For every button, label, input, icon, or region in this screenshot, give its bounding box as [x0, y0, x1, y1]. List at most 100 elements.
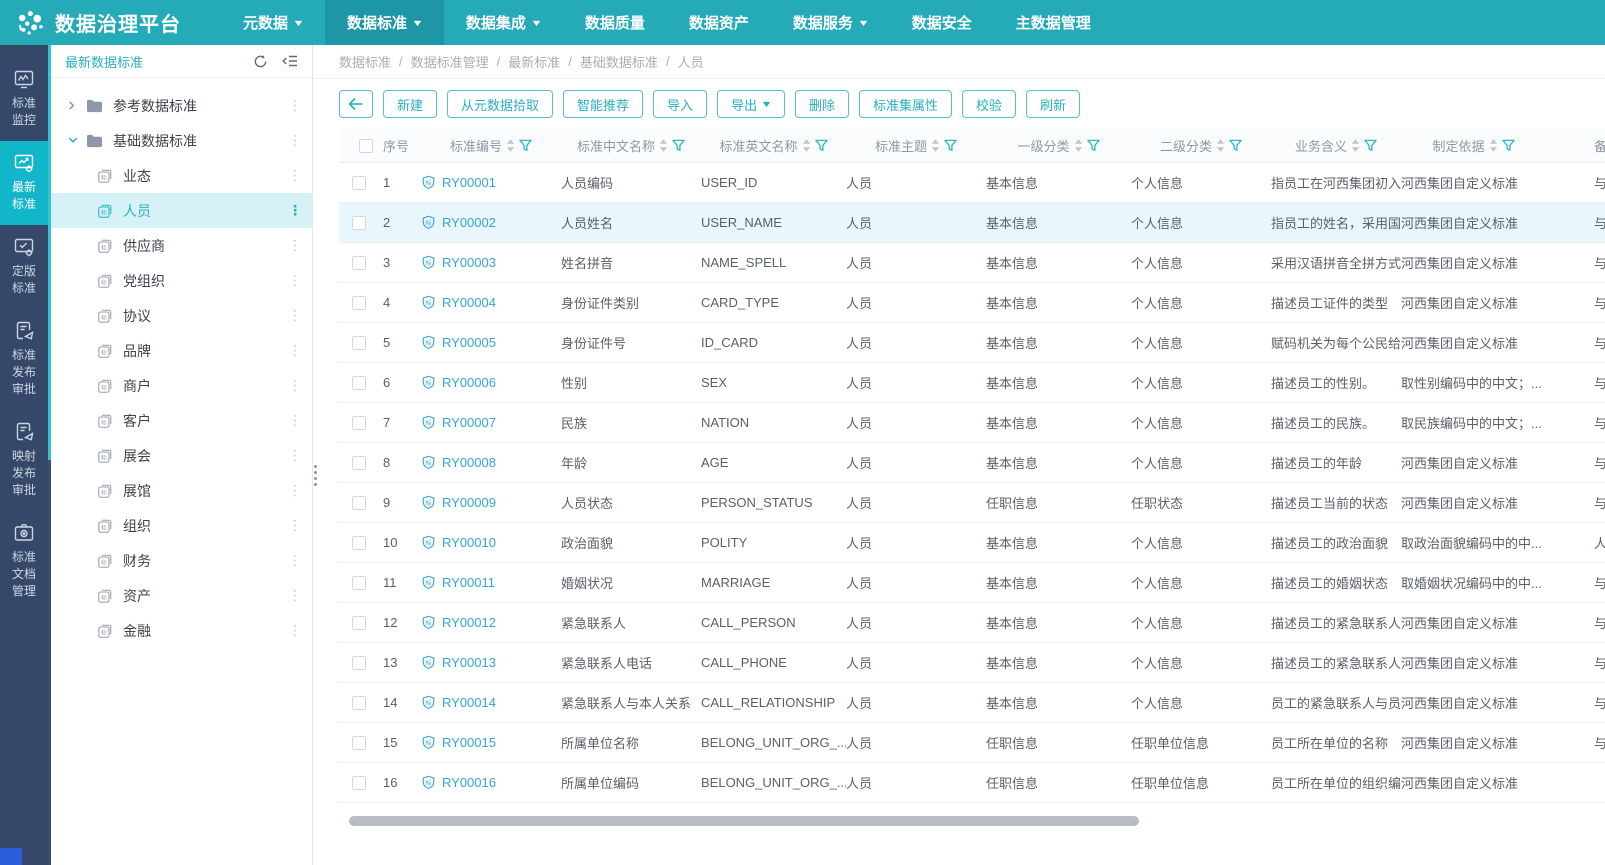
breadcrumb-item[interactable]: 数据标准 /	[339, 52, 411, 71]
row-checkbox[interactable]	[352, 736, 366, 750]
table-row[interactable]: 11 标 RY00011 婚姻状况 MARRIAGE 人员	[339, 563, 1605, 603]
rail-item-standard-publish-approval[interactable]: 标准发布审批	[0, 309, 48, 410]
more-actions-icon[interactable]: ⋮	[288, 272, 302, 289]
row-checkbox[interactable]	[352, 696, 366, 710]
more-actions-icon[interactable]: ⋮	[288, 97, 302, 114]
table-row[interactable]: 16 标 RY00016 所属单位编码 BELONG_UNIT_ORG_... …	[339, 763, 1605, 803]
more-actions-icon[interactable]: ⋮	[288, 587, 302, 604]
sort-icon[interactable]	[1351, 139, 1360, 152]
tree-item[interactable]: 标 党组织 ⋮	[51, 263, 312, 298]
cell-standard-code[interactable]: 标 RY00011	[421, 575, 561, 590]
cell-standard-code[interactable]: 标 RY00009	[421, 495, 561, 510]
more-actions-icon[interactable]: ⋮	[288, 482, 302, 499]
cell-standard-code[interactable]: 标 RY00003	[421, 255, 561, 270]
cell-standard-code[interactable]: 标 RY00007	[421, 415, 561, 430]
nav-menu-item[interactable]: 数据资产 ▼	[667, 0, 771, 45]
table-row[interactable]: 4 标 RY00004 身份证件类别 CARD_TYPE 人员	[339, 283, 1605, 323]
filter-funnel-icon[interactable]	[944, 139, 957, 152]
table-row[interactable]: 14 标 RY00014 紧急联系人与本人关系 CALL_RELATIONSHI…	[339, 683, 1605, 723]
tree-item[interactable]: 标 供应商 ⋮	[51, 228, 312, 263]
row-checkbox[interactable]	[352, 616, 366, 630]
more-actions-icon[interactable]: ⋮	[288, 202, 302, 219]
filter-funnel-icon[interactable]	[672, 139, 685, 152]
toolbar-button[interactable]: 智能推荐 ▼	[563, 90, 643, 118]
sort-icon[interactable]	[1489, 139, 1498, 152]
row-checkbox[interactable]	[352, 336, 366, 350]
rail-item-standard-monitor[interactable]: 标准监控	[0, 57, 48, 141]
nav-menu-item[interactable]: 数据服务 ▼	[771, 0, 890, 45]
more-actions-icon[interactable]: ⋮	[288, 622, 302, 639]
tree-item[interactable]: 标 商户 ⋮	[51, 368, 312, 403]
table-row[interactable]: 5 标 RY00005 身份证件号 ID_CARD 人员	[339, 323, 1605, 363]
toolbar-button[interactable]: 标准集属性 ▼	[859, 90, 952, 118]
more-actions-icon[interactable]: ⋮	[288, 412, 302, 429]
cell-standard-code[interactable]: 标 RY00013	[421, 655, 561, 670]
tree-item[interactable]: 标 客户 ⋮	[51, 403, 312, 438]
cell-standard-code[interactable]: 标 RY00006	[421, 375, 561, 390]
sort-icon[interactable]	[659, 139, 668, 152]
row-checkbox[interactable]	[352, 216, 366, 230]
tree-item[interactable]: 标 金融 ⋮	[51, 613, 312, 648]
filter-funnel-icon[interactable]	[1229, 139, 1242, 152]
row-checkbox[interactable]	[352, 536, 366, 550]
more-actions-icon[interactable]: ⋮	[288, 552, 302, 569]
toolbar-button[interactable]: 刷新 ▼	[1026, 90, 1080, 118]
nav-menu-item[interactable]: 数据质量 ▼	[563, 0, 667, 45]
sort-icon[interactable]	[802, 139, 811, 152]
toolbar-button[interactable]: 导出 ▼	[717, 90, 785, 118]
filter-funnel-icon[interactable]	[519, 139, 532, 152]
filter-funnel-icon[interactable]	[1087, 139, 1100, 152]
collapse-panel-icon[interactable]	[282, 53, 298, 69]
tree-item[interactable]: 标 基础数据标准 ⋮	[51, 123, 312, 158]
sort-icon[interactable]	[931, 139, 940, 152]
toolbar-button[interactable]: 新建 ▼	[383, 90, 437, 118]
filter-funnel-icon[interactable]	[1502, 139, 1515, 152]
more-actions-icon[interactable]: ⋮	[288, 342, 302, 359]
nav-menu-item[interactable]: 数据安全 ▼	[890, 0, 994, 45]
tree-item[interactable]: 标 资产 ⋮	[51, 578, 312, 613]
more-actions-icon[interactable]: ⋮	[288, 377, 302, 394]
table-row[interactable]: 2 标 RY00002 人员姓名 USER_NAME 人员	[339, 203, 1605, 243]
more-actions-icon[interactable]: ⋮	[288, 447, 302, 464]
cell-standard-code[interactable]: 标 RY00015	[421, 735, 561, 750]
tree-item[interactable]: 标 人员 ⋮	[51, 193, 312, 228]
cell-standard-code[interactable]: 标 RY00001	[421, 175, 561, 190]
sort-icon[interactable]	[1074, 139, 1083, 152]
bottom-left-corner-tab[interactable]	[0, 848, 22, 865]
more-actions-icon[interactable]: ⋮	[288, 132, 302, 149]
back-button[interactable]	[339, 90, 373, 118]
nav-menu-item[interactable]: 数据标准 ▼	[325, 0, 444, 45]
cell-standard-code[interactable]: 标 RY00005	[421, 335, 561, 350]
tree-item[interactable]: 标 业态 ⋮	[51, 158, 312, 193]
more-actions-icon[interactable]: ⋮	[288, 517, 302, 534]
tree-item[interactable]: 标 财务 ⋮	[51, 543, 312, 578]
cell-standard-code[interactable]: 标 RY00010	[421, 535, 561, 550]
rail-item-latest-standard[interactable]: 最新标准	[0, 141, 48, 225]
row-checkbox[interactable]	[352, 256, 366, 270]
more-actions-icon[interactable]: ⋮	[288, 307, 302, 324]
table-row[interactable]: 7 标 RY00007 民族 NATION 人员 基本	[339, 403, 1605, 443]
breadcrumb-item[interactable]: 基础数据标准 /	[580, 52, 678, 71]
tree-item[interactable]: 标 品牌 ⋮	[51, 333, 312, 368]
horizontal-scrollbar-thumb[interactable]	[349, 816, 1139, 826]
row-checkbox[interactable]	[352, 776, 366, 790]
table-row[interactable]: 10 标 RY00010 政治面貌 POLITY 人员	[339, 523, 1605, 563]
nav-menu-item[interactable]: 数据集成 ▼	[444, 0, 563, 45]
toolbar-button[interactable]: 校验 ▼	[962, 90, 1016, 118]
nav-menu-item[interactable]: 元数据 ▼	[221, 0, 325, 45]
breadcrumb-item[interactable]: 数据标准管理 /	[411, 52, 509, 71]
cell-standard-code[interactable]: 标 RY00014	[421, 695, 561, 710]
breadcrumb-item[interactable]: 最新标准 /	[508, 52, 580, 71]
row-checkbox[interactable]	[352, 296, 366, 310]
row-checkbox[interactable]	[352, 656, 366, 670]
more-actions-icon[interactable]: ⋮	[288, 167, 302, 184]
tree-item[interactable]: 标 协议 ⋮	[51, 298, 312, 333]
toolbar-button[interactable]: 删除 ▼	[795, 90, 849, 118]
table-row[interactable]: 12 标 RY00012 紧急联系人 CALL_PERSON 人员	[339, 603, 1605, 643]
table-row[interactable]: 9 标 RY00009 人员状态 PERSON_STATUS 人员	[339, 483, 1605, 523]
cell-standard-code[interactable]: 标 RY00004	[421, 295, 561, 310]
cell-standard-code[interactable]: 标 RY00016	[421, 775, 561, 790]
filter-funnel-icon[interactable]	[815, 139, 828, 152]
rail-item-fixed-standard[interactable]: 定版标准	[0, 225, 48, 309]
filter-funnel-icon[interactable]	[1364, 139, 1377, 152]
